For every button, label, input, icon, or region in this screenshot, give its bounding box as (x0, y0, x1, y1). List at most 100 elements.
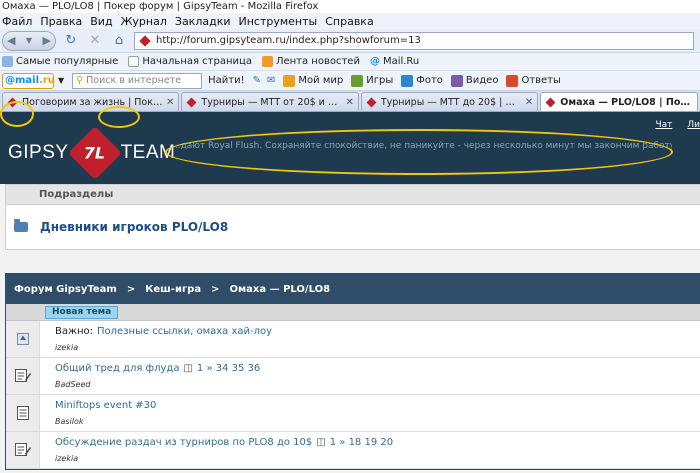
site-favicon-icon (545, 97, 556, 107)
page-icon (128, 56, 140, 67)
topic-icon (6, 395, 40, 431)
hot-topic-icon (6, 358, 40, 394)
highlight-circle (98, 106, 140, 128)
topic-title-link[interactable]: Обсуждение раздач из турниров по PLO8 до… (55, 437, 312, 448)
tab-3[interactable]: Турниры — МТТ до 20$ | Покер ф...✕ (360, 92, 539, 111)
subforum-link[interactable]: Дневники игроков PLO/LO8 (40, 220, 228, 234)
site-favicon-icon (139, 34, 151, 47)
forum-content: Подразделы Дневники игроков PLO/LO8 Фору… (0, 184, 700, 473)
mailru-toolbar: @mail .ru ▼ ⚲ Поиск в интернете Найти! ✎ … (0, 71, 700, 91)
menu-tools[interactable]: Инструменты (239, 15, 318, 28)
bookmarks-bar: Самые популярные Начальная страница Лент… (0, 53, 700, 71)
bookmark-start-page[interactable]: Начальная страница (128, 56, 252, 67)
subforums-header: Подразделы (6, 185, 700, 205)
url-text: http://forum.gipsyteam.ru/index.php?show… (156, 35, 421, 46)
dropdown-arrow-icon[interactable]: ▼ (26, 36, 32, 45)
mailbar-answers[interactable]: Ответы (506, 74, 561, 87)
dropdown-arrow-icon[interactable]: ▼ (58, 76, 64, 85)
pages-icon: ◫ (316, 437, 326, 448)
window-title: Омаха — PLO/LO8 | Покер форум | GipsyTea… (0, 0, 700, 13)
menu-help[interactable]: Справка (325, 15, 373, 28)
topic-title-link[interactable]: Общий тред для флуда (55, 363, 179, 374)
site-favicon-icon (366, 97, 377, 107)
back-forward-buttons[interactable]: ◀ ▼ ▶ (2, 30, 56, 51)
bookmark-mailru[interactable]: @ Mail.Ru (370, 56, 419, 67)
rss-icon (261, 56, 273, 67)
menu-view[interactable]: Вид (90, 15, 112, 28)
at-icon: @ (369, 56, 380, 67)
back-arrow-icon[interactable]: ◀ (7, 34, 15, 47)
breadcrumb: Форум GipsyTeam > Кеш-игра > Омаха — PLO… (6, 274, 700, 304)
topic-row[interactable]: Общий тред для флуда ◫ 1 » 34 35 36 BadSee… (6, 358, 700, 395)
find-button[interactable]: Найти! (208, 75, 244, 86)
top-links: Чат Ли (655, 120, 700, 134)
topic-author[interactable]: izekia (55, 454, 78, 463)
video-icon (450, 74, 463, 87)
topic-pages-link[interactable]: 1 » 18 19 20 (330, 437, 393, 448)
topic-author[interactable]: izekia (55, 343, 78, 352)
topic-row[interactable]: Важно: Полезные ссылки, омаха хай-лоу ize… (6, 321, 700, 358)
subforums-panel: Подразделы Дневники игроков PLO/LO8 (5, 184, 700, 250)
logo-badge-icon: 7L (67, 126, 122, 180)
topic-author[interactable]: Basilok (55, 417, 84, 426)
breadcrumb-cash-game[interactable]: Кеш-игра (145, 284, 201, 295)
close-tab-icon[interactable]: ✕ (525, 97, 533, 108)
menu-file[interactable]: Файл (2, 15, 32, 28)
pinned-icon (6, 321, 40, 357)
search-input[interactable]: ⚲ Поиск в интернете (72, 72, 203, 89)
close-tab-icon[interactable]: ✕ (166, 97, 174, 108)
mailbar-games[interactable]: Игры (351, 74, 393, 87)
topic-title-link[interactable]: Miniftops event #30 (55, 400, 156, 411)
topic-author[interactable]: BadSeed (55, 380, 90, 389)
topic-row[interactable]: Обсуждение раздач из турниров по PLO8 до… (6, 432, 700, 469)
my-world-icon (283, 74, 296, 87)
pages-icon: ◫ (183, 363, 193, 374)
topic-pages-link[interactable]: 1 » 34 35 36 (197, 363, 260, 374)
highlight-circle (165, 129, 673, 175)
menu-bookmarks[interactable]: Закладки (175, 15, 231, 28)
home-icon[interactable]: ⌂ (110, 32, 128, 50)
stop-icon[interactable]: ✕ (86, 32, 104, 50)
pencil-icon[interactable]: ✎ (253, 75, 261, 86)
personal-link[interactable]: Ли (687, 120, 700, 134)
answers-icon (506, 74, 519, 87)
site-logo[interactable]: GIPSY 7L TEAM (8, 126, 175, 180)
photo-icon (401, 74, 414, 87)
new-topic-button[interactable]: Новая тема (45, 306, 119, 319)
menu-edit[interactable]: Правка (40, 15, 82, 28)
close-tab-icon[interactable]: ✕ (345, 97, 353, 108)
breadcrumb-forum[interactable]: Форум GipsyTeam (14, 284, 117, 295)
site-favicon-icon (186, 97, 197, 107)
breadcrumb-separator: > (211, 283, 220, 295)
mailbar-my-world[interactable]: Мой мир (283, 74, 343, 87)
hot-topic-icon (6, 432, 40, 468)
forward-arrow-icon[interactable]: ▶ (43, 34, 51, 47)
mail-icon[interactable]: ✉ (267, 75, 275, 86)
bookmark-most-visited[interactable]: Самые популярные (2, 56, 118, 67)
mailbar-photo[interactable]: Фото (401, 74, 443, 87)
topics-panel: Форум GipsyTeam > Кеш-игра > Омаха — PLO… (5, 273, 700, 470)
breadcrumb-separator: > (126, 283, 136, 295)
menu-history[interactable]: Журнал (121, 15, 167, 28)
topic-title-link[interactable]: Полезные ссылки, омаха хай-лоу (97, 326, 272, 337)
url-bar[interactable]: http://forum.gipsyteam.ru/index.php?show… (134, 31, 694, 50)
navigation-toolbar: ◀ ▼ ▶ ↻ ✕ ⌂ http://forum.gipsyteam.ru/in… (0, 29, 700, 53)
bookmark-icon (2, 56, 13, 67)
mailbar-video[interactable]: Видео (450, 74, 498, 87)
folder-icon (14, 219, 28, 232)
new-topic-bar: Новая тема (6, 304, 700, 321)
search-icon: ⚲ (76, 75, 84, 86)
subforum-item[interactable]: Дневники игроков PLO/LO8 (6, 205, 700, 249)
tab-2[interactable]: Турниры — МТТ от 20$ и выше | ...✕ (181, 92, 359, 111)
breadcrumb-current[interactable]: Омаха — PLO/LO8 (229, 284, 330, 295)
topic-row[interactable]: Miniftops event #30 Basilok (6, 395, 700, 432)
bookmark-news-feed[interactable]: Лента новостей (261, 56, 360, 67)
mailru-logo[interactable]: @mail .ru (2, 72, 55, 89)
menu-bar: Файл Правка Вид Журнал Закладки Инструме… (0, 13, 700, 29)
games-icon (351, 74, 364, 87)
reload-icon[interactable]: ↻ (62, 32, 80, 50)
tab-active[interactable]: Омаха — PLO/LO8 | Покер фору (540, 92, 698, 111)
important-prefix: Важно: (55, 326, 94, 337)
highlight-circle (0, 101, 34, 127)
chat-link[interactable]: Чат (655, 120, 672, 134)
